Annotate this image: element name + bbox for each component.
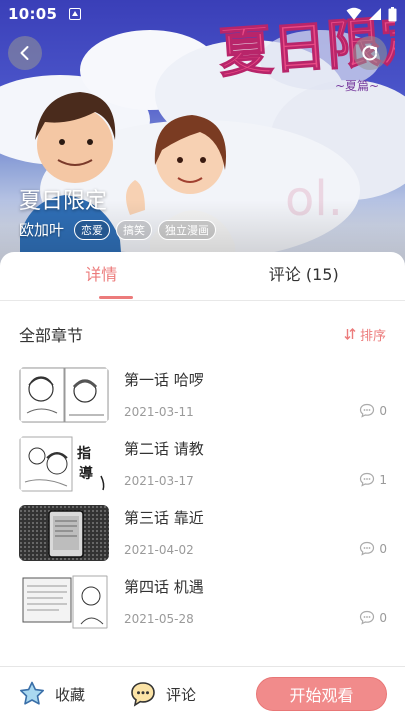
wifi-icon xyxy=(346,7,362,20)
chat-bubble-icon xyxy=(131,682,155,707)
sort-label: 排序 xyxy=(359,328,386,344)
chapter-item[interactable]: 指 導 第二话 请教 2021-03-17 1 xyxy=(0,436,405,505)
section-title: 全部章节 xyxy=(19,326,84,345)
chapters-header: 全部章节 排序 xyxy=(0,301,405,367)
back-button[interactable] xyxy=(8,36,42,70)
favorite-label: 收藏 xyxy=(55,685,86,704)
status-bar: 10:05 xyxy=(0,0,405,28)
chapter-title: 第三话 靠近 xyxy=(124,509,204,527)
chapter-date: 2021-04-02 xyxy=(124,543,194,557)
chapter-date: 2021-03-17 xyxy=(124,474,194,488)
active-tab-indicator xyxy=(99,296,133,299)
comment-count: 0 xyxy=(379,403,387,418)
tab-bar: 详情 评论 (15) xyxy=(0,252,405,300)
detail-sheet: 详情 评论 (15) 全部章节 排序 第一话 哈啰 2021-03-11 0 指… xyxy=(0,252,405,720)
tab-details[interactable]: 详情 xyxy=(0,252,203,300)
chevron-left-icon xyxy=(20,46,29,60)
chapter-thumbnail xyxy=(19,574,109,630)
status-time: 10:05 xyxy=(8,5,58,23)
chapter-date: 2021-03-11 xyxy=(124,405,194,419)
chapter-thumbnail xyxy=(19,505,109,561)
svg-text:導: 導 xyxy=(79,465,93,482)
star-icon xyxy=(20,681,44,705)
comment-count: 0 xyxy=(379,541,387,556)
tab-comments[interactable]: 评论 (15) xyxy=(203,252,405,300)
chapter-date: 2021-05-28 xyxy=(124,612,194,626)
chapter-comment-count: 0 xyxy=(359,403,387,418)
sort-icon xyxy=(344,328,356,340)
chapter-title: 第一话 哈啰 xyxy=(124,371,204,389)
genre-tag[interactable]: 独立漫画 xyxy=(158,219,217,240)
chapter-item[interactable]: 第四话 机遇 2021-05-28 0 xyxy=(0,574,405,643)
chapter-comment-count: 0 xyxy=(359,541,387,556)
bottom-action-bar: 收藏 评论 开始观看 xyxy=(0,666,405,720)
chapter-thumbnail: 指 導 xyxy=(19,436,109,492)
chapter-comment-count: 0 xyxy=(359,610,387,625)
comment-bubble-icon xyxy=(360,610,375,625)
chapter-thumbnail xyxy=(19,367,109,423)
signal-icon xyxy=(369,8,381,20)
svg-text:指: 指 xyxy=(77,445,91,462)
comment-label: 评论 xyxy=(166,685,197,704)
chapter-item[interactable]: 第三话 靠近 2021-04-02 0 xyxy=(0,505,405,574)
svg-text:~夏篇~: ~夏篇~ xyxy=(335,78,379,93)
genre-tag[interactable]: 恋爱 xyxy=(74,219,111,240)
chapter-title: 第二话 请教 xyxy=(124,440,204,458)
notification-icon xyxy=(69,8,82,20)
chapter-item[interactable]: 第一话 哈啰 2021-03-11 0 xyxy=(0,367,405,436)
comic-meta: 欧加叶 恋爱 搞笑 独立漫画 xyxy=(19,219,217,240)
favorite-button[interactable]: 收藏 xyxy=(18,680,85,708)
comment-count: 0 xyxy=(379,610,387,625)
comment-count: 1 xyxy=(379,472,387,487)
chapter-comment-count: 1 xyxy=(359,472,387,487)
comment-bubble-icon xyxy=(360,541,375,556)
share-icon xyxy=(362,45,377,61)
share-button[interactable] xyxy=(353,36,387,70)
start-reading-button[interactable]: 开始观看 xyxy=(256,677,387,711)
comment-bubble-icon xyxy=(360,403,375,418)
battery-icon xyxy=(388,6,397,21)
chapter-title: 第四话 机遇 xyxy=(124,578,204,596)
comment-button[interactable]: 评论 xyxy=(129,680,196,708)
author-name[interactable]: 欧加叶 xyxy=(19,219,64,240)
genre-tag[interactable]: 搞笑 xyxy=(116,219,153,240)
comment-bubble-icon xyxy=(360,472,375,487)
comic-title: 夏日限定 xyxy=(19,189,108,214)
sort-button[interactable]: 排序 xyxy=(344,325,386,344)
